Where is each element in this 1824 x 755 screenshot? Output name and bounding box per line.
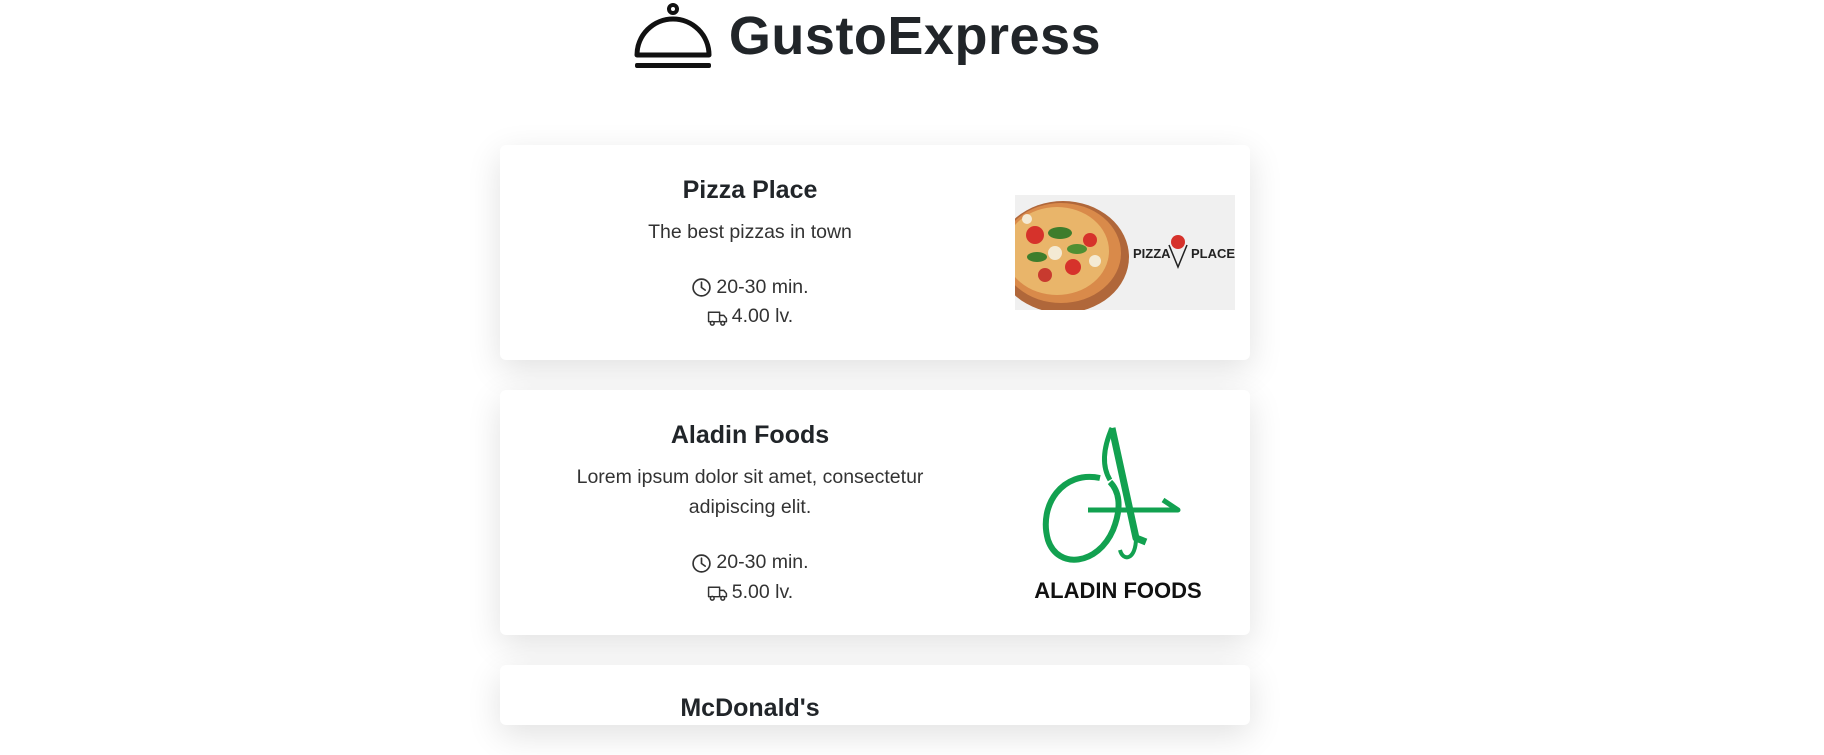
restaurant-meta: 20-30 min. 5.00 lv. xyxy=(520,548,980,607)
restaurant-card-aladin-foods[interactable]: Aladin Foods Lorem ipsum dolor sit amet,… xyxy=(500,390,1250,635)
pizza-logo-left: PIZZA xyxy=(1133,246,1171,261)
delivery-time-text: 20-30 min. xyxy=(716,551,809,574)
brand-title: GustoExpress xyxy=(728,6,1102,66)
restaurant-name: McDonald's xyxy=(680,694,820,722)
pizza-logo-right: PLACE xyxy=(1191,246,1235,261)
truck-icon xyxy=(707,586,727,601)
restaurant-card-pizza-place[interactable]: Pizza Place The best pizzas in town 20-3… xyxy=(500,145,1250,360)
restaurant-description: Lorem ipsum dolor sit amet, consectetur … xyxy=(576,466,924,519)
restaurant-info: Aladin Foods Lorem ipsum dolor sit amet,… xyxy=(520,420,980,607)
restaurant-name: Aladin Foods xyxy=(670,421,830,449)
restaurant-card-mcdonalds[interactable]: McDonald's xyxy=(500,665,1250,725)
delivery-time: 20-30 min. xyxy=(520,273,980,302)
aladin-logo-text: ALADIN FOODS xyxy=(1034,578,1201,603)
clock-icon xyxy=(692,278,712,298)
clock-icon xyxy=(692,553,712,573)
restaurant-meta: 20-30 min. 4.00 lv. xyxy=(520,273,980,332)
delivery-time-text: 20-30 min. xyxy=(716,276,809,299)
restaurant-info: McDonald's xyxy=(520,693,980,723)
restaurant-logo-image: PIZZA PLACE xyxy=(1015,195,1235,310)
delivery-fee: 5.00 lv. xyxy=(520,578,980,607)
brand[interactable]: GustoExpress xyxy=(631,1,1101,71)
delivery-fee-text: 5.00 lv. xyxy=(731,580,794,603)
truck-icon xyxy=(707,311,727,326)
restaurant-description: The best pizzas in town xyxy=(648,221,852,243)
restaurant-list: Pizza Place The best pizzas in town 20-3… xyxy=(500,145,1250,755)
delivery-fee-text: 4.00 lv. xyxy=(731,305,794,328)
delivery-time: 20-30 min. xyxy=(520,548,980,577)
cloche-icon xyxy=(634,3,712,68)
restaurant-name: Pizza Place xyxy=(682,176,818,204)
delivery-fee: 4.00 lv. xyxy=(520,302,980,331)
restaurant-logo-image: ALADIN FOODS xyxy=(1034,426,1202,603)
site-header: GustoExpress xyxy=(0,0,1824,80)
restaurant-info: Pizza Place The best pizzas in town 20-3… xyxy=(520,175,980,332)
